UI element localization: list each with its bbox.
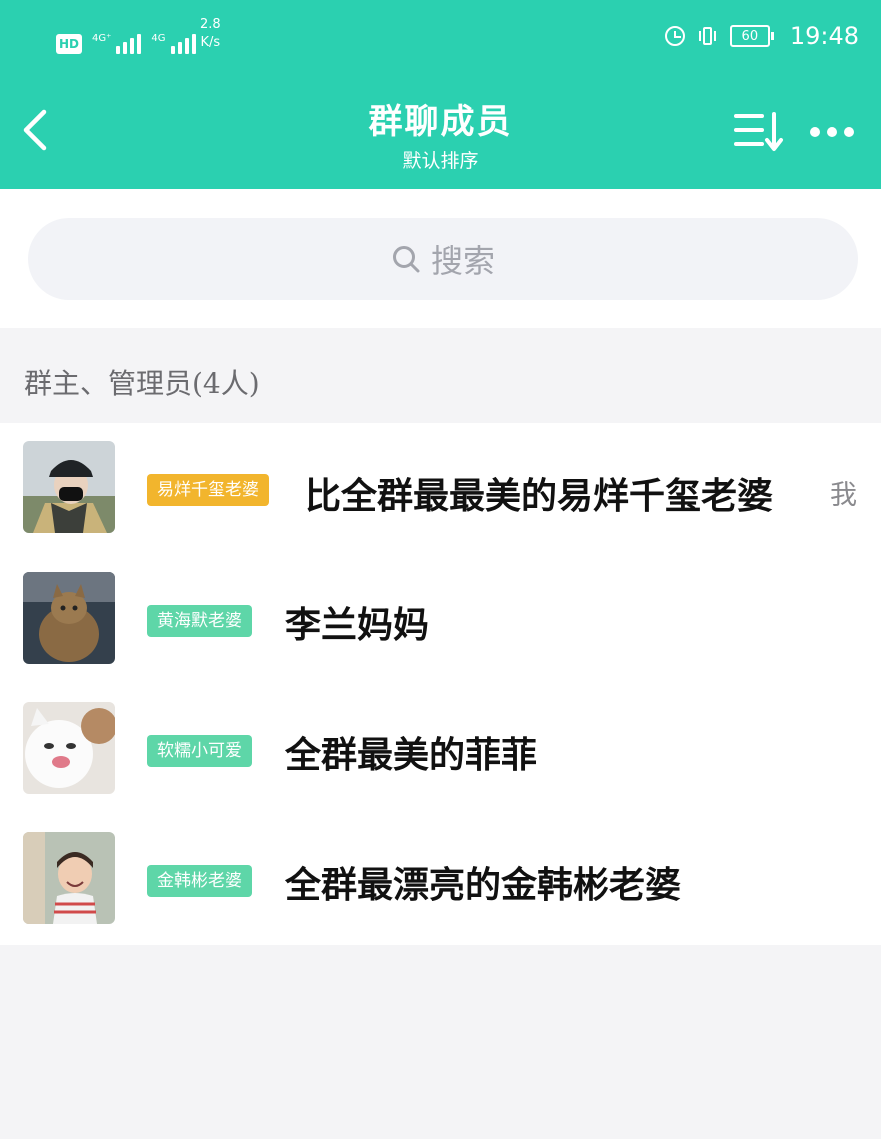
network-type-2: 4G (151, 33, 166, 44)
avatar[interactable] (23, 441, 115, 533)
vibrate-icon (698, 27, 716, 45)
clock: 19:48 (789, 22, 859, 50)
member-list: 易烊千玺老婆 比全群最最美的易烊千玺老婆 我 黄海默老婆 李兰妈妈 软糯小可爱 (0, 423, 881, 945)
member-name: 李兰妈妈 (285, 604, 430, 646)
member-badge: 软糯小可爱 (147, 735, 252, 767)
member-row[interactable]: 黄海默老婆 李兰妈妈 (0, 553, 881, 683)
search-input[interactable]: 搜索 (28, 218, 858, 300)
member-row[interactable]: 易烊千玺老婆 比全群最最美的易烊千玺老婆 我 (0, 423, 881, 553)
member-badge: 易烊千玺老婆 (147, 474, 269, 506)
member-badge: 金韩彬老婆 (147, 865, 252, 897)
network-speed-unit: K/s (200, 35, 221, 50)
battery-icon: 60 (729, 25, 774, 47)
network-speed-value: 2.8 (200, 17, 221, 32)
avatar[interactable] (23, 832, 115, 924)
network-type-1: 4G⁺ (92, 33, 112, 44)
network-speed: 2.8 K/s (200, 16, 221, 52)
app-header: HD 4G⁺ 4G 2.8 K/s 60 19:48 群聊成员 默认排序 (0, 0, 881, 189)
search-icon (392, 246, 420, 273)
more-icon[interactable] (810, 122, 862, 142)
search-placeholder: 搜索 (430, 242, 495, 280)
status-bar: HD 4G⁺ 4G 2.8 K/s 60 19:48 (0, 0, 881, 78)
signal-icon-1: 4G⁺ (92, 33, 142, 54)
member-name: 比全群最最美的易烊千玺老婆 (305, 475, 774, 517)
avatar[interactable] (23, 572, 115, 664)
status-right: 60 19:48 (664, 22, 859, 50)
member-row[interactable]: 软糯小可爱 全群最美的菲菲 (0, 683, 881, 813)
member-name: 全群最漂亮的金韩彬老婆 (285, 864, 682, 906)
member-badge: 黄海默老婆 (147, 605, 252, 637)
search-area: 搜索 (0, 189, 881, 328)
signal-indicators: HD 4G⁺ 4G (56, 20, 196, 54)
alarm-icon (664, 26, 685, 46)
member-row[interactable]: 金韩彬老婆 全群最漂亮的金韩彬老婆 (0, 813, 881, 943)
signal-icon-2: 4G (151, 33, 196, 54)
section-title: 群主、管理员(4人) (24, 367, 260, 400)
hd-badge: HD (56, 34, 82, 54)
avatar[interactable] (23, 702, 115, 794)
member-name: 全群最美的菲菲 (285, 734, 538, 776)
self-tag: 我 (830, 480, 857, 511)
sort-icon[interactable] (732, 110, 784, 154)
